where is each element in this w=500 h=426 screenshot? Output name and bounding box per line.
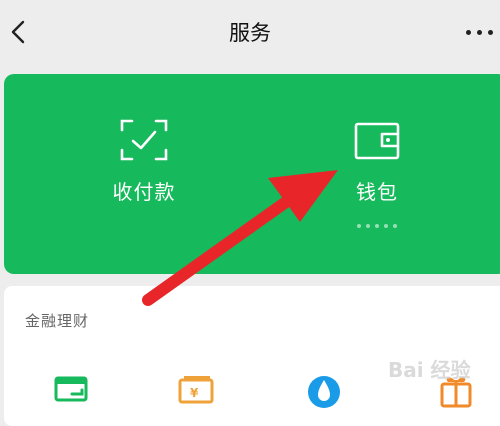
more-icon <box>466 30 471 35</box>
more-button[interactable] <box>462 22 500 42</box>
wallet-icon <box>354 122 400 160</box>
yuan-card-icon[interactable]: ¥ <box>176 370 216 410</box>
more-icon-dot <box>488 30 493 35</box>
service-receive-pay-label: 收付款 <box>112 180 176 204</box>
section-title-finance: 金融理财 <box>25 312 90 330</box>
credit-card-icon[interactable] <box>52 370 92 410</box>
watermark: Bai 经验 <box>388 358 471 382</box>
service-receive-pay[interactable]: 收付款 <box>84 118 204 205</box>
page-title: 服务 <box>229 21 271 45</box>
svg-text:¥: ¥ <box>190 386 199 400</box>
scan-check-icon <box>120 119 168 161</box>
water-drop-icon[interactable] <box>304 370 344 410</box>
service-wallet[interactable]: 钱包 <box>317 118 437 205</box>
services-card: 收付款 钱包 <box>4 74 500 274</box>
more-icon-dot <box>477 30 482 35</box>
service-wallet-label: 钱包 <box>356 180 398 204</box>
top-bar: 服务 <box>0 0 500 66</box>
page-indicator <box>357 224 401 230</box>
